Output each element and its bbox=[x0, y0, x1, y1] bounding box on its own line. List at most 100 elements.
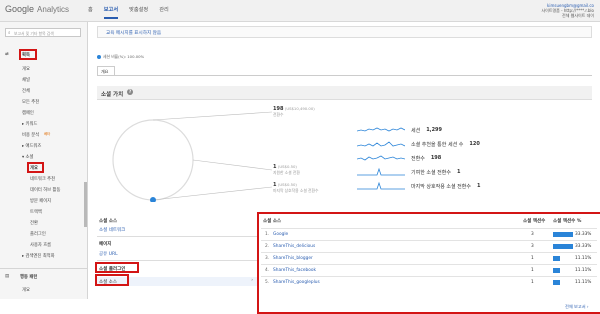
sidebar-item-adwords[interactable]: ▸ 애드워즈 bbox=[22, 143, 41, 149]
table-row: 4. ShareThis_facebook 1 11.11% bbox=[261, 264, 597, 276]
highlight-social-overview bbox=[27, 162, 44, 173]
sidebar-item-campaigns[interactable]: 캠페인 bbox=[22, 110, 34, 116]
dimension-social-network-link[interactable]: 소셜 네트워크 bbox=[97, 227, 257, 233]
ring-mid-money: (US$0.50) bbox=[277, 164, 297, 169]
sidebar-item-all-referrals[interactable]: 모든 추천 bbox=[22, 99, 39, 105]
row-count: 3 bbox=[531, 232, 534, 237]
transfer-icon: ⇄ bbox=[5, 52, 9, 57]
sidebar-item-overview[interactable]: 개요 bbox=[22, 66, 30, 72]
dimension-shared-url-link[interactable]: 공유 URL bbox=[97, 251, 257, 257]
help-icon[interactable]: ? bbox=[127, 89, 133, 95]
col-social-actions: 소셜 액션수 bbox=[523, 219, 546, 224]
table-row: 3. ShareThis_blogger 1 11.11% bbox=[261, 252, 597, 264]
sparkline-conversions bbox=[357, 155, 405, 161]
behavior-icon: ▤ bbox=[5, 274, 10, 279]
metric-social-sessions-value: 120 bbox=[469, 141, 480, 147]
nav-home[interactable]: 홈 bbox=[88, 6, 93, 19]
social-value-title-text: 소셜 가치 bbox=[101, 92, 124, 98]
metric-assisted-social: 기여한 소셜 전환수 1 bbox=[357, 167, 460, 177]
row-source-link[interactable]: ShareThis_googleplus bbox=[273, 280, 320, 285]
sidebar-item-conversions[interactable]: 전환 bbox=[30, 220, 38, 226]
sidebar-item-all-traffic[interactable]: 전체 bbox=[22, 88, 30, 94]
sidebar-item-network-referrals[interactable]: 네트워크 추천 bbox=[30, 176, 55, 182]
sidebar-item-search-optimization[interactable]: ▸ 검색엔진 최적화 bbox=[22, 253, 55, 259]
sidebar-item-landing-pages[interactable]: 방문 페이지 bbox=[30, 198, 51, 204]
row-percent-bar bbox=[553, 256, 560, 261]
table-row: 2. ShareThis_delicious 3 33.33% bbox=[261, 240, 597, 252]
metric-assisted-social-label: 기여한 소셜 전환수 bbox=[411, 169, 451, 176]
metric-conversions: 전환수 198 bbox=[357, 153, 441, 163]
ring-leader-mid bbox=[192, 159, 273, 171]
ring-label-assisted: 1 (US$0.50) 지원한 소셜 전환 bbox=[273, 164, 300, 176]
row-count: 1 bbox=[531, 256, 534, 261]
row-percent: 33.33% bbox=[575, 244, 592, 249]
row-number: 2. bbox=[265, 244, 270, 249]
sparkline-last-interaction-social bbox=[357, 181, 405, 190]
metric-sessions-label: 세션 bbox=[411, 127, 421, 134]
dimension-pages-head: 페이지 bbox=[99, 242, 112, 247]
sidebar-item-plugins[interactable]: 플러그인 bbox=[30, 231, 46, 237]
search-input[interactable]: ⌕ 보고서 및 기타 항목 검색 bbox=[5, 28, 81, 37]
table-row: 5. ShareThis_googleplus 1 11.11% bbox=[261, 276, 597, 288]
row-source-link[interactable]: ShareThis_facebook bbox=[273, 268, 316, 273]
row-count: 1 bbox=[531, 280, 534, 285]
row-percent-bar bbox=[553, 232, 573, 237]
table-row: 1. Google 3 33.33% bbox=[261, 228, 597, 240]
sidebar: ⌕ 보고서 및 기타 항목 검색 ⇄ 획득 개요 채널 전체 모든 추천 캠페인… bbox=[0, 22, 88, 299]
highlight-social-source bbox=[95, 274, 129, 286]
dimension-social-source-head: 소셜 소스 bbox=[99, 219, 118, 224]
sidebar-item-keywords[interactable]: ▸ 키워드 bbox=[22, 121, 37, 127]
sidebar-item-users-flow[interactable]: 사용자 흐름 bbox=[30, 242, 51, 248]
row-source-link[interactable]: ShareThis_delicious bbox=[273, 244, 315, 249]
top-bar: Google Analytics 홈 보고서 맞춤설정 관리 kimsuengb… bbox=[0, 0, 600, 22]
search-icon: ⌕ bbox=[8, 31, 11, 36]
account-info[interactable]: kimsuengbm@gmail.co 사이트명품 - http://****.… bbox=[541, 3, 594, 18]
row-count: 3 bbox=[531, 244, 534, 249]
ring-bot-money: (US$0.50) bbox=[277, 182, 297, 187]
dimension-divider-1 bbox=[97, 236, 257, 237]
ring-label-conversions: 198 (US$10,490.00) 전환수 bbox=[273, 106, 315, 118]
sidebar-item-behavior-overview[interactable]: 개요 bbox=[22, 287, 30, 293]
metric-assisted-social-value: 1 bbox=[456, 169, 461, 175]
row-percent: 11.11% bbox=[575, 280, 592, 285]
row-number: 3. bbox=[265, 256, 270, 261]
ring-circle bbox=[112, 119, 194, 201]
chevron-right-icon: › bbox=[251, 278, 253, 283]
nav-reports[interactable]: 보고서 bbox=[103, 6, 119, 19]
google-analytics-logo[interactable]: Google Analytics bbox=[5, 4, 69, 14]
social-value-ring bbox=[112, 111, 273, 202]
row-percent-bar bbox=[553, 244, 573, 249]
col-social-actions-percent: 소셜 액션수 % bbox=[553, 219, 582, 224]
nav-customization[interactable]: 맞춤설정 bbox=[129, 6, 148, 19]
sidebar-item-data-hub[interactable]: 데이터 허브 활동 bbox=[30, 187, 60, 193]
full-report-link[interactable]: 전체 보고서 › bbox=[565, 304, 589, 310]
nav-admin[interactable]: 관리 bbox=[159, 6, 169, 19]
account-view: 전체 웹사이트 데이 bbox=[562, 13, 594, 18]
col-social-source: 소셜 소스 bbox=[263, 219, 282, 224]
sidebar-item-behavior[interactable]: 행동 패턴 bbox=[20, 274, 37, 280]
sidebar-item-cost-analysis[interactable]: 비용 분석 bbox=[22, 132, 39, 138]
segment-dot-icon bbox=[97, 55, 101, 59]
row-percent-bar bbox=[553, 280, 560, 285]
training-message-link[interactable]: 교육 메시지를 표시하지 않음 bbox=[97, 26, 592, 38]
sparkline-social-sessions bbox=[357, 141, 405, 147]
metric-sessions-value: 1,299 bbox=[426, 127, 443, 133]
row-count: 1 bbox=[531, 268, 534, 273]
tab-overview[interactable]: 개요 bbox=[97, 66, 115, 75]
main-nav: 홈 보고서 맞춤설정 관리 bbox=[88, 6, 169, 19]
row-source-link[interactable]: ShareThis_blogger bbox=[273, 256, 313, 261]
metric-conversions-value: 198 bbox=[430, 155, 442, 161]
sidebar-item-channels[interactable]: 채널 bbox=[22, 77, 30, 83]
sidebar-item-trackbacks[interactable]: 트랙백 bbox=[30, 209, 42, 215]
beta-badge: 베타 bbox=[44, 132, 51, 136]
row-percent: 11.11% bbox=[575, 256, 592, 261]
sidebar-scrollbar[interactable] bbox=[84, 182, 87, 227]
dimension-divider-2 bbox=[97, 260, 257, 261]
ring-leader-bottom bbox=[152, 186, 273, 201]
ring-marker-dot bbox=[150, 197, 156, 202]
row-source-link[interactable]: Google bbox=[273, 232, 288, 237]
metric-sessions: 세션 1,299 bbox=[357, 125, 442, 135]
highlight-acquisition bbox=[19, 49, 37, 60]
sidebar-item-social[interactable]: ▾ 소셜 bbox=[22, 154, 33, 160]
sparkline-sessions bbox=[357, 127, 405, 132]
